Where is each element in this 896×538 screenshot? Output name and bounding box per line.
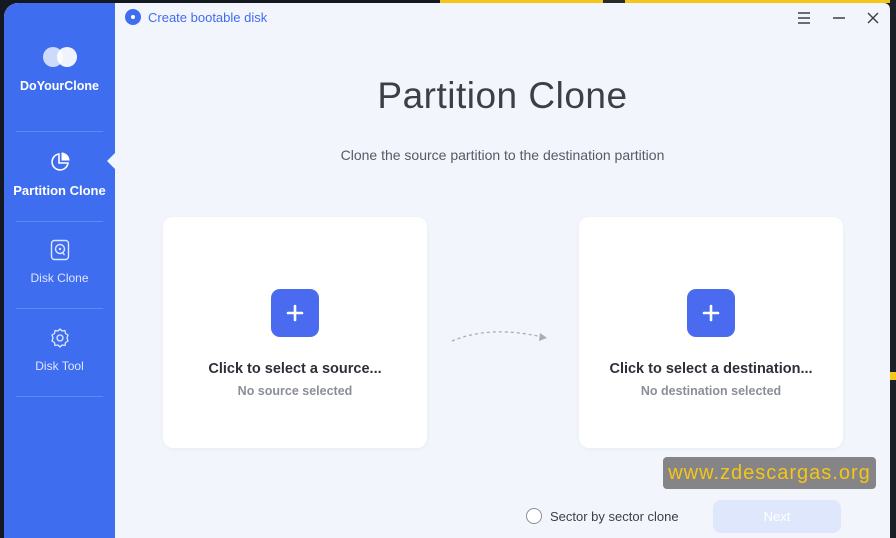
source-card-title: Click to select a source... xyxy=(208,361,382,377)
logo-icon xyxy=(41,45,79,69)
menu-icon xyxy=(798,12,810,24)
next-button[interactable]: Next xyxy=(713,500,841,533)
menu-button[interactable] xyxy=(795,9,813,27)
close-icon xyxy=(867,12,879,24)
desktop-background-edge xyxy=(890,0,896,538)
plus-icon xyxy=(702,304,720,322)
active-indicator xyxy=(107,153,115,169)
disk-icon xyxy=(49,239,71,261)
pie-chart-icon xyxy=(49,151,71,173)
sidebar-item-disk-clone[interactable]: Disk Clone xyxy=(4,239,115,285)
destination-card-title: Click to select a destination... xyxy=(609,361,813,377)
sidebar-item-partition-clone[interactable]: Partition Clone xyxy=(4,151,115,198)
page-subtitle: Clone the source partition to the destin… xyxy=(340,147,665,163)
app-logo: DoYourClone xyxy=(4,45,115,93)
page-title: Partition Clone xyxy=(377,75,628,116)
sidebar-divider xyxy=(16,308,103,309)
minimize-icon xyxy=(833,17,845,19)
source-select-card[interactable]: Click to select a source... No source se… xyxy=(163,217,427,448)
create-bootable-disk-link[interactable]: Create bootable disk xyxy=(125,9,267,25)
plus-icon xyxy=(286,304,304,322)
sector-radio[interactable] xyxy=(526,508,542,524)
app-window: DoYourClone Partition Clone Disk Clone D… xyxy=(4,3,890,538)
arrow-right-icon xyxy=(451,331,547,342)
app-name: DoYourClone xyxy=(20,79,99,93)
source-status: No source selected xyxy=(237,384,353,398)
create-bootable-disk-label: Create bootable disk xyxy=(148,9,268,25)
close-button[interactable] xyxy=(864,9,882,27)
disc-icon xyxy=(125,9,141,25)
watermark: www.zdescargas.org xyxy=(663,457,876,489)
sidebar: DoYourClone Partition Clone Disk Clone D… xyxy=(4,3,115,538)
sidebar-item-disk-tool[interactable]: Disk Tool xyxy=(4,327,115,373)
sidebar-item-label: Disk Tool xyxy=(35,359,84,373)
add-destination-button[interactable] xyxy=(687,289,735,337)
gear-icon xyxy=(49,327,71,349)
sector-by-sector-option[interactable]: Sector by sector clone xyxy=(526,508,679,524)
sidebar-divider xyxy=(16,396,103,397)
destination-select-card[interactable]: Click to select a destination... No dest… xyxy=(579,217,843,448)
sector-label: Sector by sector clone xyxy=(550,508,679,524)
sidebar-divider xyxy=(16,131,103,132)
desktop-background-mark xyxy=(890,372,896,380)
sidebar-divider xyxy=(16,221,103,222)
add-source-button[interactable] xyxy=(271,289,319,337)
destination-status: No destination selected xyxy=(640,384,782,398)
sidebar-item-label: Disk Clone xyxy=(30,271,89,285)
minimize-button[interactable] xyxy=(830,9,848,27)
title-bar: Create bootable disk xyxy=(115,3,890,33)
sidebar-item-label: Partition Clone xyxy=(13,183,106,198)
